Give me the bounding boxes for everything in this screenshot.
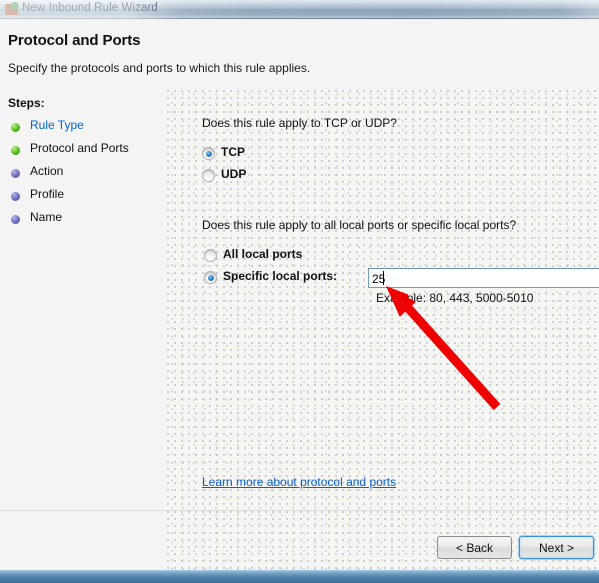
new-inbound-rule-wizard-window: New Inbound Rule Wizard Protocol and Por… [0,0,599,570]
radio-udp-label: UDP [221,167,247,181]
radio-tcp-icon[interactable] [202,147,215,160]
sidebar-item-protocol-and-ports[interactable]: Protocol and Ports [8,141,158,163]
sidebar-item-label: Profile [30,187,65,201]
radio-all-local-ports-label: All local ports [223,247,303,261]
sidebar-item-name[interactable]: Name [8,210,158,232]
steps-heading: Steps: [8,96,45,110]
page-subtitle: Specify the protocols and ports to which… [8,61,311,75]
sidebar-item-action[interactable]: Action [8,164,158,186]
steps-sidebar: Steps: Rule Type Protocol and Ports Acti… [0,90,167,510]
radio-tcp-label: TCP [221,145,245,159]
step-bullet-icon [11,192,20,201]
sidebar-item-label: Action [30,164,64,178]
radio-udp-icon[interactable] [202,169,215,182]
text-caret [383,271,384,285]
sidebar-item-label: Name [30,210,63,224]
radio-specific-local-ports-label: Specific local ports: [223,269,338,283]
specific-local-ports-input[interactable] [368,268,599,288]
wizard-footer: < Back Next > [0,510,599,570]
ports-question-label: Does this rule apply to all local ports … [202,218,517,232]
back-button[interactable]: < Back [437,536,512,559]
wizard-content-pane: Does this rule apply to TCP or UDP? TCP … [167,90,599,510]
protocol-question-label: Does this rule apply to TCP or UDP? [202,116,397,130]
sidebar-item-label: Rule Type [30,118,84,132]
window-title: New Inbound Rule Wizard [22,2,158,14]
next-button[interactable]: Next > [519,536,594,559]
learn-more-link[interactable]: Learn more about protocol and ports [202,475,396,489]
page-header: Protocol and Ports Specify the protocols… [0,20,599,90]
radio-all-local-ports-icon[interactable] [204,249,217,262]
step-bullet-icon [11,169,20,178]
firewall-globe-icon [5,2,19,15]
step-bullet-icon [11,146,20,155]
ports-example-hint: Example: 80, 443, 5000-5010 [376,291,534,305]
step-bullet-icon [11,215,20,224]
sidebar-item-label: Protocol and Ports [30,141,129,155]
radio-specific-local-ports-icon[interactable] [204,271,217,284]
window-title-bar[interactable]: New Inbound Rule Wizard [0,0,599,19]
step-bullet-icon [11,123,20,132]
page-title: Protocol and Ports [8,32,141,49]
sidebar-item-profile[interactable]: Profile [8,187,158,209]
sidebar-item-rule-type[interactable]: Rule Type [8,118,158,140]
